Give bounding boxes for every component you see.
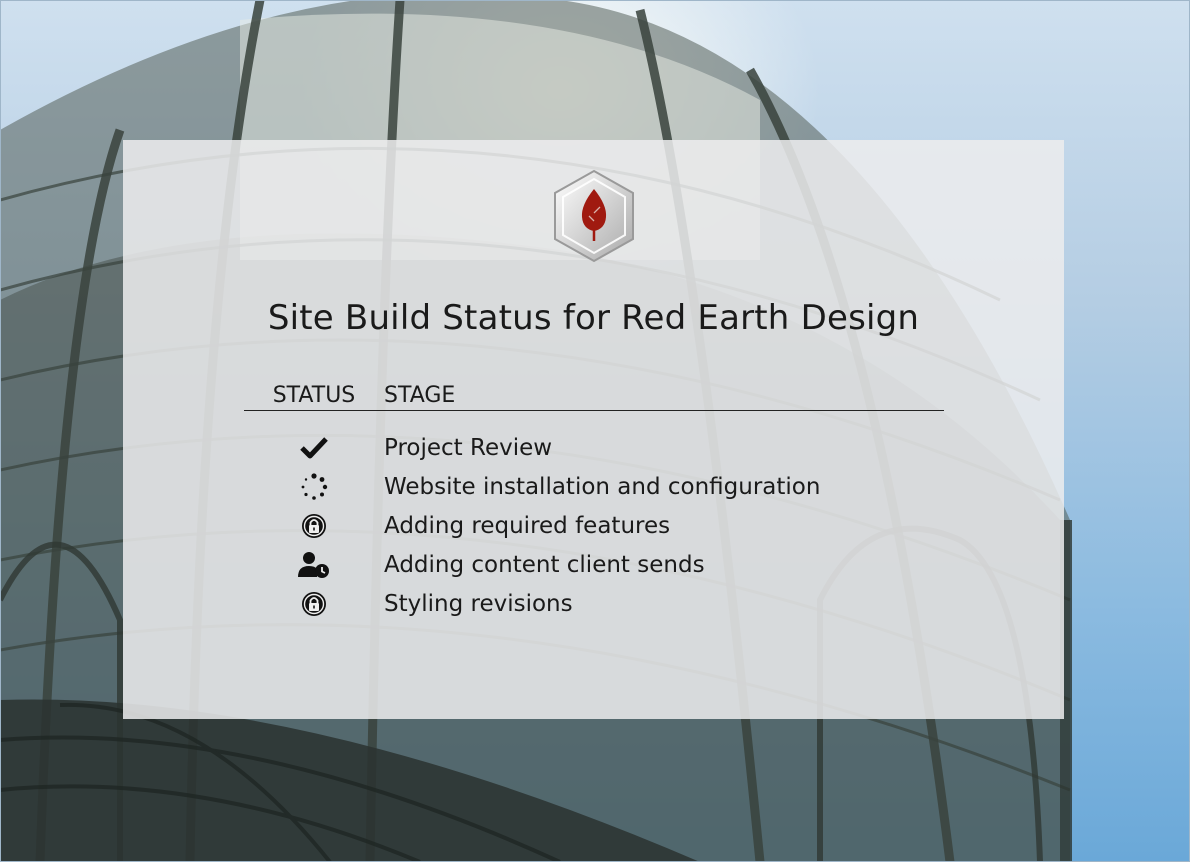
check-icon <box>298 432 330 464</box>
stage-label: Adding required features <box>384 512 671 539</box>
table-row: Project Review <box>244 428 944 467</box>
table-row: Website installation and configuration <box>244 467 944 506</box>
stage-label: Styling revisions <box>384 590 573 617</box>
spinner-icon <box>298 471 330 503</box>
table-header: STATUS STAGE <box>244 378 944 411</box>
page-title: Site Build Status for Red Earth Design <box>267 298 920 338</box>
user-clock-icon <box>298 549 330 581</box>
table-row: Adding required features <box>244 506 944 545</box>
stage-label: Website installation and configuration <box>384 473 821 500</box>
status-table: STATUS STAGE Project Review Website inst… <box>244 378 944 623</box>
stage-label: Project Review <box>384 434 553 461</box>
table-row: Adding content client sends <box>244 545 944 584</box>
lock-icon <box>298 588 330 620</box>
leaf-hexagon-logo <box>551 169 637 263</box>
stage-label: Adding content client sends <box>384 551 705 578</box>
lock-icon <box>298 510 330 542</box>
column-header-stage: STAGE <box>384 383 456 408</box>
table-row: Styling revisions <box>244 584 944 623</box>
column-header-status: STATUS <box>272 383 356 408</box>
